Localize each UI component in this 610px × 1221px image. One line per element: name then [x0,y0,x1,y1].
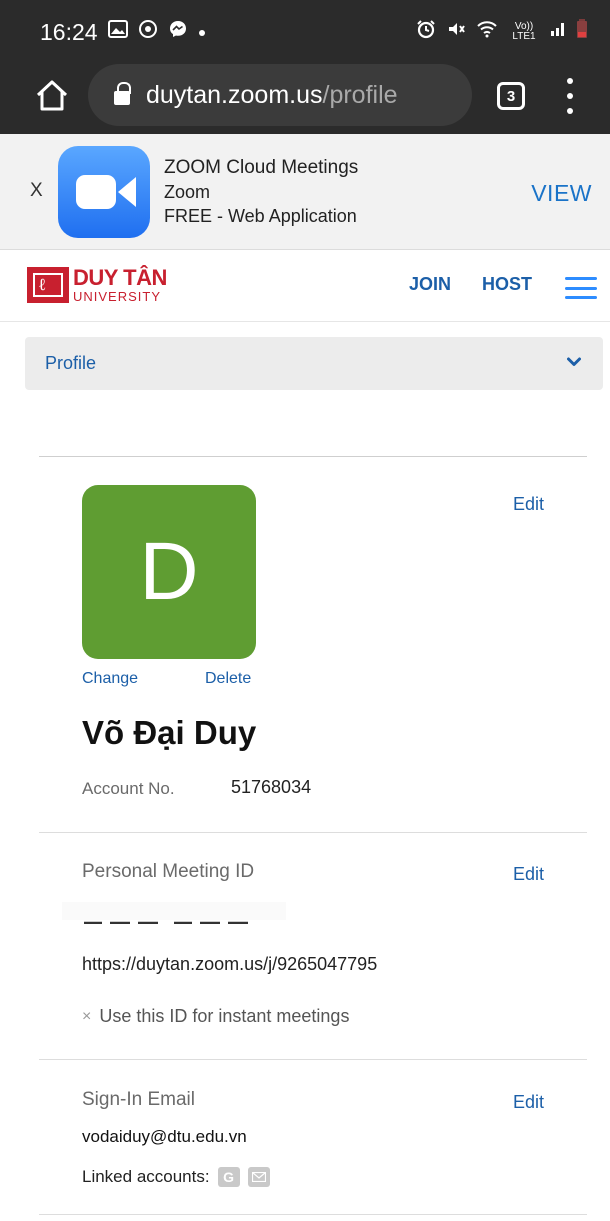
dropdown-label: Profile [45,353,97,373]
status-bar: 16:24 Vo)) LTE1 [0,0,610,62]
account-number-label: Account No. [82,779,175,798]
edit-email-link[interactable]: Edit [513,1092,544,1113]
section-divider [39,832,587,833]
chevron-down-icon [567,357,581,366]
tabs-button[interactable]: 3 [497,82,525,110]
hamburger-bar [565,296,597,299]
university-logo[interactable]: ℓ DUY TÂN UNIVERSITY [27,267,167,303]
pmi-label: Personal Meeting ID [82,861,255,882]
account-number-value: 51768034 [231,777,312,797]
message-icon [168,19,188,45]
mute-icon [446,19,466,44]
google-icon: G [217,1167,240,1187]
signin-email-label: Sign-In Email [82,1089,195,1110]
delete-avatar-link[interactable]: Delete [205,670,251,688]
home-button[interactable] [32,76,72,116]
host-link[interactable]: HOST [482,274,532,295]
section-divider [39,1214,587,1215]
home-icon [36,80,68,111]
browser-toolbar: duytan.zoom.us/profile 3 [0,62,610,134]
address-bar[interactable]: duytan.zoom.us/profile [88,64,472,126]
banner-close-button[interactable]: X [30,180,43,202]
url-path: /profile [322,80,398,109]
linked-accounts: Linked accounts: G [82,1167,270,1187]
join-link[interactable]: JOIN [409,274,451,295]
camera-lens [118,177,136,207]
app-name: ZOOM Cloud Meetings [164,157,359,178]
logo-mark-frame [33,273,63,297]
site-header: ℓ DUY TÂN UNIVERSITY JOIN HOST [0,250,610,322]
logo-text: DUY TÂN UNIVERSITY [73,265,167,304]
view-app-button[interactable]: VIEW [531,180,592,207]
close-icon: × [82,1007,92,1025]
linked-accounts-label: Linked accounts: [82,1167,210,1186]
signin-email-value: vodaiduy@dtu.edu.vn [82,1127,247,1146]
logo-subtitle: UNIVERSITY [73,289,162,304]
pmi-url: https://duytan.zoom.us/j/9265047795 [82,954,378,974]
volte-icon: Vo)) LTE1 [512,20,536,42]
app-developer: Zoom [164,182,211,202]
status-time: 16:24 [40,19,98,45]
instant-meetings-text: Use this ID for instant meetings [99,1006,350,1026]
logo-mark-icon: ℓ [27,267,69,303]
url-host: duytan.zoom.us [146,80,323,109]
status-left-icons [108,19,206,45]
zoom-app-icon [58,146,150,238]
menu-dot-icon [567,78,573,84]
dot-icon [198,21,206,43]
email-icon [247,1167,270,1187]
app-install-banner: X ZOOM Cloud Meetings Zoom FREE - Web Ap… [0,134,610,250]
hamburger-bar [565,286,597,290]
wifi-icon [476,20,498,43]
section-divider [39,1059,587,1060]
gallery-icon [108,20,128,44]
camera-body [76,175,116,209]
change-avatar-link[interactable]: Change [82,670,138,688]
logo-title: DUY TÂN [73,265,167,290]
section-divider [39,456,587,457]
lock-icon [114,82,131,105]
app-price: FREE - Web Application [164,206,357,226]
edit-pmi-link[interactable]: Edit [513,864,544,885]
logo-mark-glyph: ℓ [39,275,46,295]
profile-name: Võ Đại Duy [82,714,257,751]
avatar: D [82,485,256,659]
instant-meetings-option: × Use this ID for instant meetings [82,1006,349,1027]
hamburger-menu-icon[interactable] [565,277,597,299]
status-right-icons: Vo)) LTE1 [416,19,588,44]
profile-dropdown[interactable]: Profile [25,337,603,390]
menu-dot-icon [567,108,573,114]
battery-icon [576,19,588,44]
app-info: ZOOM Cloud Meetings Zoom FREE - Web Appl… [164,156,358,228]
phone-screen: 16:24 Vo)) LTE1 duytan.zoom.us/profile 3… [0,0,610,1221]
browser-menu-button[interactable] [560,78,580,114]
hamburger-bar [565,277,597,280]
messenger-icon [138,19,158,45]
alarm-icon [416,19,436,44]
pmi-redaction [62,902,286,920]
signal-icon [550,21,566,42]
edit-profile-link[interactable]: Edit [513,494,544,515]
url-text: duytan.zoom.us/profile [146,81,398,110]
menu-dot-icon [567,93,573,99]
